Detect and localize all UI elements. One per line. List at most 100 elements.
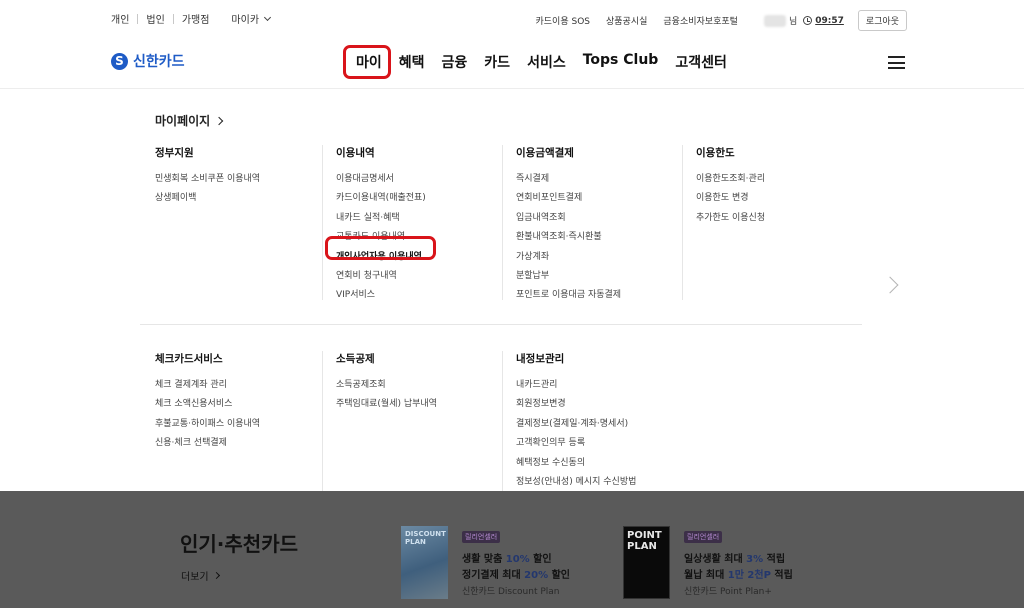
card-benefit-line: 일상생활 최대 3% 적립: [684, 554, 786, 565]
menu-item[interactable]: 체크 결제계좌 관리: [155, 377, 260, 396]
column-divider: [322, 351, 323, 491]
divider: [172, 13, 174, 24]
mypage-title: 마이페이지: [155, 114, 211, 128]
column-divider: [502, 145, 503, 300]
util-link-consumer-portal[interactable]: 금융소비자보호포털: [663, 14, 738, 27]
card-image-point-plan[interactable]: POINT PLAN: [623, 526, 670, 599]
column-title: 정부지원: [155, 147, 194, 159]
user-name-blurred: [763, 14, 786, 27]
menu-item[interactable]: 연회비포인트결제: [516, 190, 621, 209]
logout-button[interactable]: 로그아웃: [857, 10, 907, 31]
menu-item[interactable]: VIP서비스: [336, 287, 426, 306]
column-title: 내정보관리: [516, 353, 565, 365]
menu-item[interactable]: 회원정보변경: [516, 396, 636, 415]
menu-item[interactable]: 입금내역조회: [516, 210, 621, 229]
column-title: 이용내역: [336, 147, 375, 159]
menu-item[interactable]: 이용한도 변경: [696, 190, 765, 209]
menu-item[interactable]: 혜택정보 수신동의: [516, 455, 636, 474]
card-benefit-line: 정기결제 최대 20% 할인: [462, 570, 570, 581]
card-name[interactable]: 신한카드 Discount Plan: [462, 584, 560, 597]
mypage-link[interactable]: 마이페이지: [155, 112, 224, 129]
column-divider: [682, 145, 683, 300]
menu-column-gov-support: 정부지원 민생회복 소비쿠폰 이용내역 상생페이백: [155, 145, 260, 210]
shinhan-logo-icon: S: [111, 52, 128, 70]
main-header: S 신한카드 마이 혜택 금융 카드 서비스 Tops Club 고객센터: [0, 36, 1024, 88]
util-link-merchant[interactable]: 가맹점: [182, 11, 210, 26]
menu-item[interactable]: 카드이용내역(매출전표): [336, 190, 426, 209]
menu-item[interactable]: 이용대금명세서: [336, 171, 426, 190]
util-link-personal[interactable]: 개인: [111, 11, 129, 26]
brand-name: 신한카드: [133, 54, 185, 70]
menu-item[interactable]: 가상계좌: [516, 249, 621, 268]
nav-item-service[interactable]: 서비스: [527, 52, 566, 72]
menu-column-usage-history: 이용내역 이용대금명세서 카드이용내역(매출전표) 내카드 실적·혜택 교통카드…: [336, 145, 426, 307]
menu-item[interactable]: 후불교통·하이패스 이용내역: [155, 416, 260, 435]
row-divider: [140, 324, 862, 325]
nav-item-tops-club[interactable]: Tops Club: [583, 52, 659, 72]
menu-item[interactable]: 환불내역조회·즉시환불: [516, 229, 621, 248]
nav-item-card[interactable]: 카드: [484, 52, 510, 72]
more-link[interactable]: 더보기: [181, 568, 220, 583]
menu-column-my-info: 내정보관리 내카드관리 회원정보변경 결제정보(결제일·계좌·명세서) 고객확인…: [516, 351, 636, 493]
menu-item[interactable]: 상생페이백: [155, 190, 260, 209]
bestseller-badge: 릴리언셀러: [684, 531, 723, 543]
card-image-discount-plan[interactable]: DISCOUNT PLAN: [401, 526, 448, 599]
menu-item[interactable]: 내카드관리: [516, 377, 636, 396]
brand-logo[interactable]: S 신한카드: [111, 51, 185, 71]
menu-item[interactable]: 연회비 청구내역: [336, 268, 426, 287]
session-timer[interactable]: 09:57: [815, 16, 844, 26]
menu-item[interactable]: 고객확인의무 등록: [516, 435, 636, 454]
menu-item[interactable]: 포인트로 이용대금 자동결제: [516, 287, 621, 306]
hamburger-menu-icon[interactable]: [888, 56, 905, 69]
chevron-down-icon: [263, 13, 272, 21]
card-benefit-line: 월납 최대 1만 2천P 적립: [684, 570, 793, 581]
recommend-overlay: 인기·추천카드 더보기 DISCOUNT PLAN 릴리언셀러 생활 맞춤 10…: [0, 491, 1024, 608]
card-benefit-line: 생활 맞춤 10% 할인: [462, 554, 552, 565]
mega-menu: 마이페이지 정부지원 민생회복 소비쿠폰 이용내역 상생페이백 이용내역 이용대…: [0, 89, 1024, 491]
menu-item[interactable]: 이용한도조회·관리: [696, 171, 765, 190]
card-name[interactable]: 신한카드 Point Plan+: [684, 584, 772, 597]
menu-item[interactable]: 민생회복 소비쿠폰 이용내역: [155, 171, 260, 190]
column-divider: [502, 351, 503, 491]
menu-item[interactable]: 내카드 실적·혜택: [336, 210, 426, 229]
menu-column-check-card: 체크카드서비스 체크 결제계좌 관리 체크 소액신용서비스 후불교통·하이패스 …: [155, 351, 260, 455]
column-title: 이용한도: [696, 147, 735, 159]
global-nav: 마이 혜택 금융 카드 서비스 Tops Club 고객센터: [356, 52, 727, 72]
menu-column-income-deduction: 소득공제 소득공제조회 주택임대료(월세) 납부내역: [336, 351, 437, 416]
menu-column-credit-limit: 이용한도 이용한도조회·관리 이용한도 변경 추가한도 이용신청: [696, 145, 765, 229]
menu-item[interactable]: 소득공제조회: [336, 377, 437, 396]
chevron-right-icon: [212, 571, 220, 580]
menu-item[interactable]: 신용·체크 선택결제: [155, 435, 260, 454]
next-arrow-icon[interactable]: [881, 276, 899, 294]
util-right-links: 카드이용 SOS 상품공시실 금융소비자보호포털 님 09:57 로그아웃: [520, 10, 907, 31]
bestseller-badge: 릴리언셀러: [462, 531, 501, 543]
util-link-product-disclosure[interactable]: 상품공시실: [606, 14, 647, 27]
nav-item-finance[interactable]: 금융: [442, 52, 468, 72]
menu-item[interactable]: 주택임대료(월세) 납부내역: [336, 396, 437, 415]
more-label: 더보기: [181, 572, 209, 583]
nav-item-benefits[interactable]: 혜택: [399, 52, 425, 72]
column-title: 체크카드서비스: [155, 353, 223, 365]
column-title: 이용금액결제: [516, 147, 574, 159]
util-link-corporate[interactable]: 법인: [146, 11, 164, 26]
divider: [137, 13, 139, 24]
nav-item-customer-center[interactable]: 고객센터: [675, 52, 727, 72]
chevron-right-icon: [214, 116, 224, 125]
column-title: 소득공제: [336, 353, 375, 365]
maika-dropdown[interactable]: 마이카: [231, 11, 272, 26]
card-art-text: POINT PLAN: [627, 530, 662, 552]
user-suffix: 님: [788, 17, 798, 27]
menu-item[interactable]: 체크 소액신용서비스: [155, 396, 260, 415]
clock-icon: [803, 16, 813, 25]
menu-item[interactable]: 추가한도 이용신청: [696, 210, 765, 229]
utility-bar: 개인 법인 가맹점 마이카 카드이용 SOS 상품공시실 금융소비자보호포털 님…: [0, 0, 1024, 36]
item-highlight-box: [325, 236, 436, 260]
menu-column-payment: 이용금액결제 즉시결제 연회비포인트결제 입금내역조회 환불내역조회·즉시환불 …: [516, 145, 621, 307]
menu-item[interactable]: 즉시결제: [516, 171, 621, 190]
menu-item[interactable]: 분할납부: [516, 268, 621, 287]
util-link-card-sos[interactable]: 카드이용 SOS: [536, 14, 591, 27]
maika-label: 마이카: [231, 15, 260, 26]
card-art-text: DISCOUNT PLAN: [405, 530, 446, 546]
column-divider: [322, 145, 323, 300]
menu-item[interactable]: 결제정보(결제일·계좌·명세서): [516, 416, 636, 435]
